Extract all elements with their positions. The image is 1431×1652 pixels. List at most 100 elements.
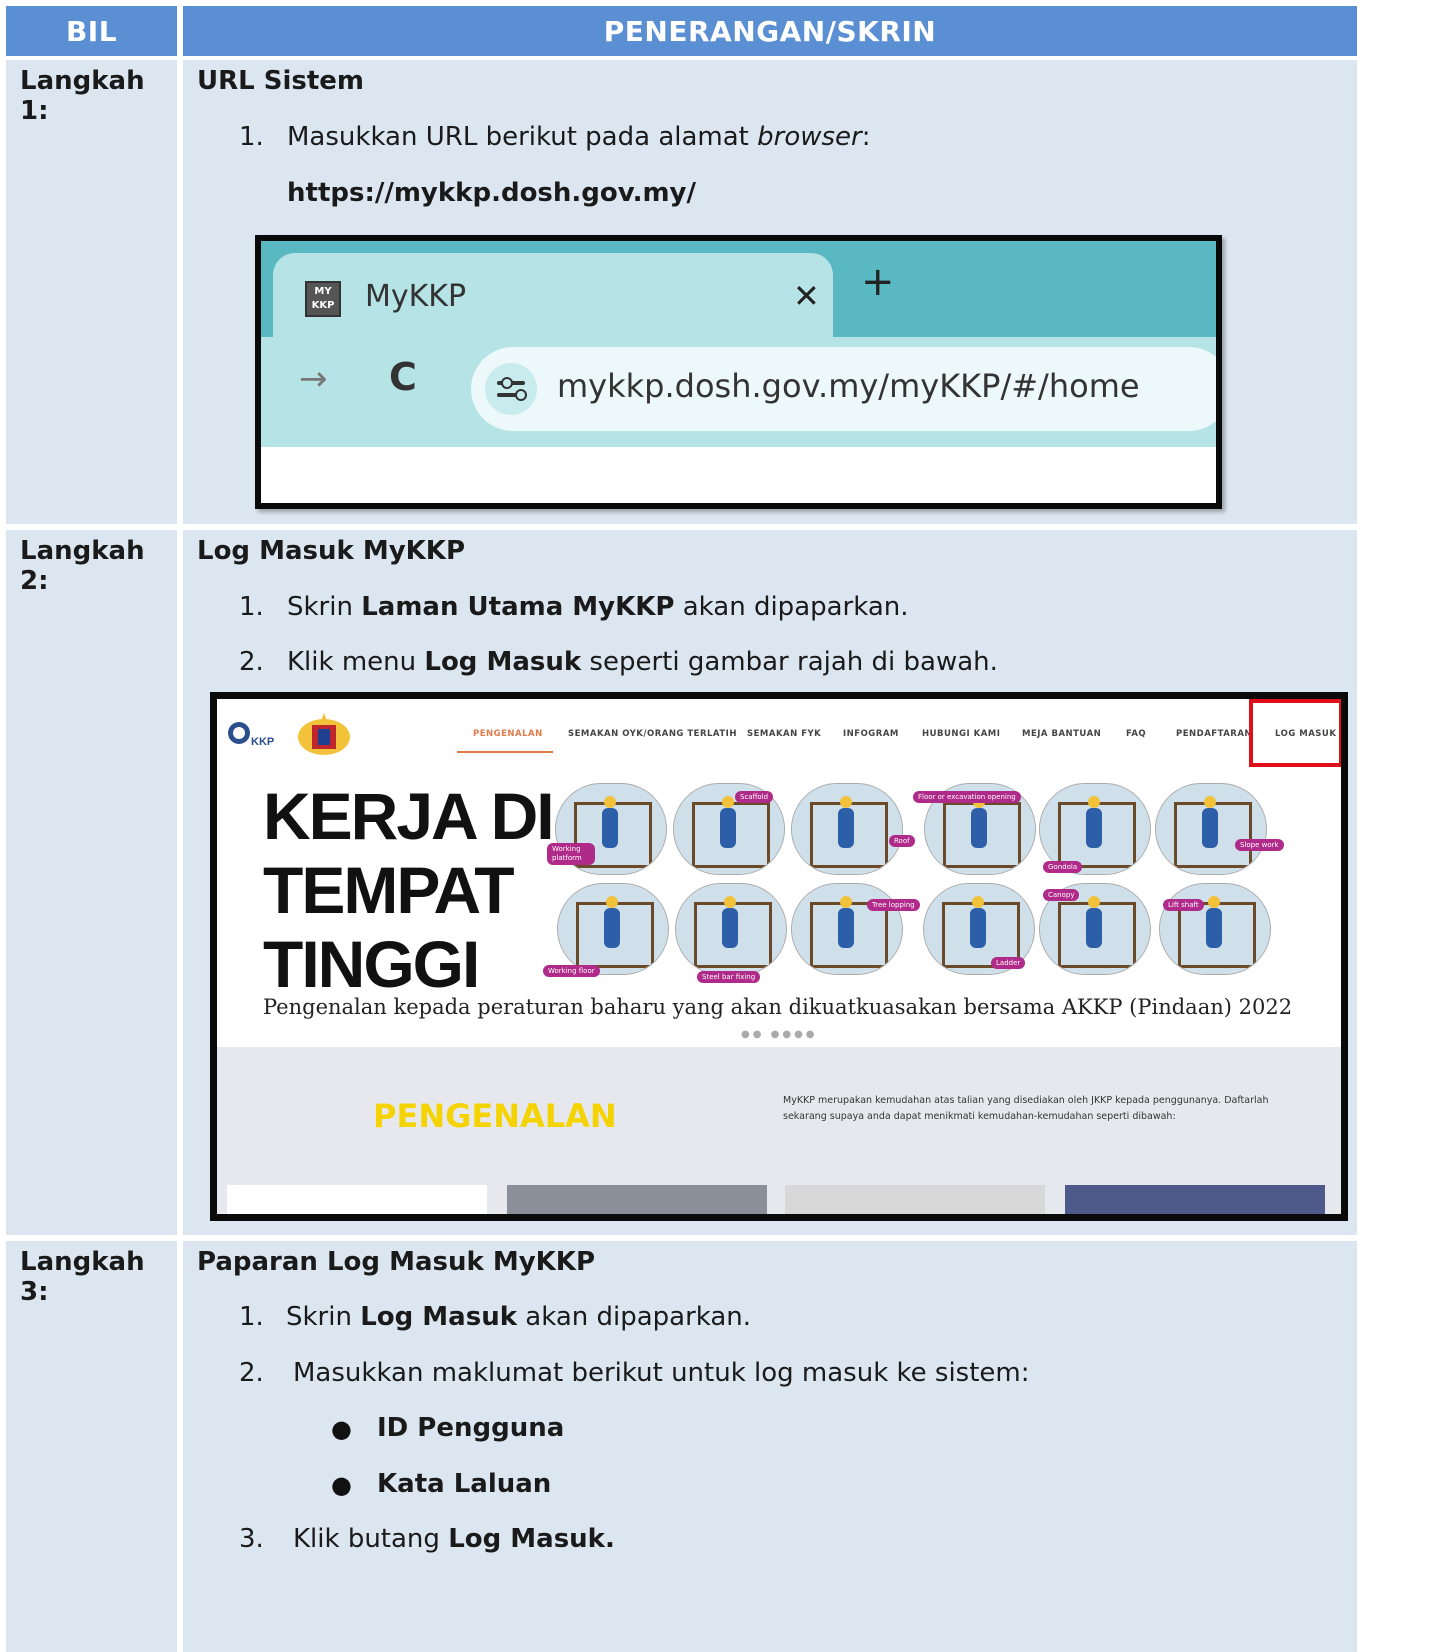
tag-floor-opening: Floor or excavation opening (913, 791, 1021, 803)
step3-item1-a: Skrin (286, 1302, 361, 1332)
illustration-slope-work (1155, 783, 1267, 875)
tag-lift-shaft: Lift shaft (1163, 899, 1204, 911)
browser-tab-title: MyKKP (365, 279, 467, 314)
svg-text:KKP: KKP (251, 736, 274, 748)
step2-item1-text: Skrin Laman Utama MyKKP akan dipaparkan. (287, 592, 909, 622)
step1-item1-text: Masukkan URL berikut pada alamat browser… (287, 122, 871, 152)
step3-item3-text: Klik butang Log Masuk. (293, 1524, 615, 1554)
hero-line-2: TEMPAT (263, 853, 515, 927)
step1-title: URL Sistem (197, 66, 365, 96)
step3-item3-a: Klik butang (293, 1524, 449, 1554)
step2-label: Langkah 2: (20, 536, 145, 596)
step3-label-cell: Langkah 3: (6, 1241, 177, 1652)
step1-url[interactable]: https://mykkp.dosh.gov.my/ (287, 178, 696, 208)
bullet-dot-2: ● (331, 1471, 352, 1499)
header-description: PENERANGAN/SKRIN (183, 6, 1357, 56)
mykkp-homepage-screenshot: KKP PENGENALAN SEMAKAN OYK/ORANG TERLATI… (210, 692, 1348, 1221)
bullet-kata-laluan: Kata Laluan (377, 1469, 552, 1499)
reload-icon[interactable]: C (389, 355, 417, 399)
illustration-steel-bar-fixing (675, 883, 787, 975)
site-navbar: KKP PENGENALAN SEMAKAN OYK/ORANG TERLATI… (217, 699, 1341, 768)
step2-item2-text: Klik menu Log Masuk seperti gambar rajah… (287, 647, 998, 677)
bullet-id-pengguna: ID Pengguna (377, 1413, 565, 1443)
feature-card-3[interactable] (785, 1185, 1045, 1214)
step3-item1-text: Skrin Log Masuk akan dipaparkan. (286, 1302, 751, 1332)
illustration-lift-shaft (1159, 883, 1271, 975)
step2-item2-a: Klik menu (287, 647, 425, 677)
header-bil-text: BIL (65, 14, 118, 48)
step1-label-cell: Langkah 1: (6, 60, 177, 524)
nav-infogram[interactable]: INFOGRAM (843, 729, 899, 739)
feature-card-1[interactable] (227, 1185, 487, 1214)
header-bil: BIL (6, 6, 177, 56)
intro-text: MyKKP merupakan kemudahan atas talian ya… (783, 1095, 1269, 1122)
step1-item1-number: 1. (239, 122, 264, 152)
feature-card-2[interactable] (507, 1185, 767, 1214)
step1-item1-text-a: Masukkan URL berikut pada alamat (287, 122, 758, 152)
hero-banner: KERJA DI TEMPAT TINGGI Working platform (217, 767, 1341, 1047)
step3-item1-number: 1. (239, 1302, 264, 1332)
step3-title: Paparan Log Masuk MyKKP (197, 1247, 595, 1277)
mykkp-logo-icon: KKP (228, 722, 274, 748)
forward-arrow-icon[interactable]: → (299, 359, 328, 399)
address-bar[interactable]: mykkp.dosh.gov.my/myKKP/#/home (471, 347, 1216, 431)
nav-semakan-oyk[interactable]: SEMAKAN OYK/ORANG TERLATIH (568, 729, 737, 739)
step2-item1-number: 1. (239, 592, 264, 622)
browser-screenshot: MY KKP MyKKP ✕ + → C mykkp.dosh.gov.my/m… (255, 235, 1222, 509)
step3-item3-b: Log Masuk. (448, 1524, 615, 1554)
tag-steel-bar-fixing: Steel bar fixing (697, 971, 761, 983)
step3-item3-number: 3. (239, 1524, 264, 1554)
illustration-working-floor (557, 883, 669, 975)
step2-title: Log Masuk MyKKP (197, 536, 466, 566)
address-bar-url: mykkp.dosh.gov.my/myKKP/#/home (557, 367, 1140, 405)
nav-hubungi-kami[interactable]: HUBUNGI KAMI (922, 729, 1000, 739)
hero-caption: Pengenalan kepada peraturan baharu yang … (263, 995, 1293, 1019)
header-description-text: PENERANGAN/SKRIN (603, 14, 937, 48)
step2-item1-c: akan dipaparkan. (674, 592, 909, 622)
nav-pendaftaran[interactable]: PENDAFTARAN (1176, 729, 1252, 739)
close-tab-icon[interactable]: ✕ (793, 277, 820, 315)
step3-item2-number: 2. (239, 1358, 264, 1388)
tag-ladder: Ladder (991, 957, 1026, 969)
step1-item1-browser-word: browser (757, 122, 862, 152)
step2-label-cell: Langkah 2: (6, 530, 177, 1235)
tag-gondola: Gondola (1043, 861, 1083, 873)
new-tab-icon[interactable]: + (861, 259, 895, 305)
illustration-tree-lopping (791, 883, 903, 975)
hero-line-3: TINGGI (263, 927, 480, 1001)
bullet-dot-1: ● (331, 1415, 352, 1443)
step3-item2-text: Masukkan maklumat berikut untuk log masu… (293, 1358, 1030, 1388)
step2-item2-b: Log Masuk (424, 647, 582, 677)
step3-item1-c: akan dipaparkan. (517, 1302, 752, 1332)
tag-tree-lopping: Tree lopping (867, 899, 920, 911)
intro-title: PENGENALAN (373, 1097, 617, 1135)
step1-label: Langkah 1: (20, 66, 145, 126)
illustration-roof (791, 783, 903, 875)
carousel-dots[interactable]: ●● ●●●● (741, 1029, 818, 1040)
log-masuk-highlight-box (1249, 699, 1341, 767)
tag-roof: Roof (889, 835, 915, 847)
browser-toolbar: → C mykkp.dosh.gov.my/myKKP/#/home (261, 337, 1216, 447)
tag-canopy: Canopy (1043, 889, 1080, 901)
step2-item1-a: Skrin (287, 592, 362, 622)
step1-item1-text-b: : (861, 122, 871, 152)
tag-slope-work: Slope work (1235, 839, 1284, 851)
nav-faq[interactable]: FAQ (1126, 729, 1146, 739)
nav-pengenalan[interactable]: PENGENALAN (473, 729, 543, 739)
nav-semakan-fyk[interactable]: SEMAKAN FYK (747, 729, 821, 739)
tag-working-platform: Working platform (547, 843, 595, 865)
step2-content-cell: Log Masuk MyKKP 1. Skrin Laman Utama MyK… (183, 530, 1357, 1235)
hero-line-1: KERJA DI (263, 779, 555, 853)
nav-active-underline (457, 751, 553, 753)
step2-item2-number: 2. (239, 647, 264, 677)
nav-meja-bantuan[interactable]: MEJA BANTUAN (1022, 729, 1101, 739)
tag-working-floor: Working floor (543, 965, 600, 977)
step2-item1-b: Laman Utama MyKKP (361, 592, 675, 622)
feature-card-4[interactable] (1065, 1185, 1325, 1214)
site-settings-icon[interactable] (485, 363, 537, 415)
step2-item2-c: seperti gambar rajah di bawah. (581, 647, 998, 677)
step1-content-cell: URL Sistem 1. Masukkan URL berikut pada … (183, 60, 1357, 524)
step3-item1-b: Log Masuk (360, 1302, 518, 1332)
tag-scaffold: Scaffold (735, 791, 774, 803)
browser-page-area (261, 447, 1216, 503)
